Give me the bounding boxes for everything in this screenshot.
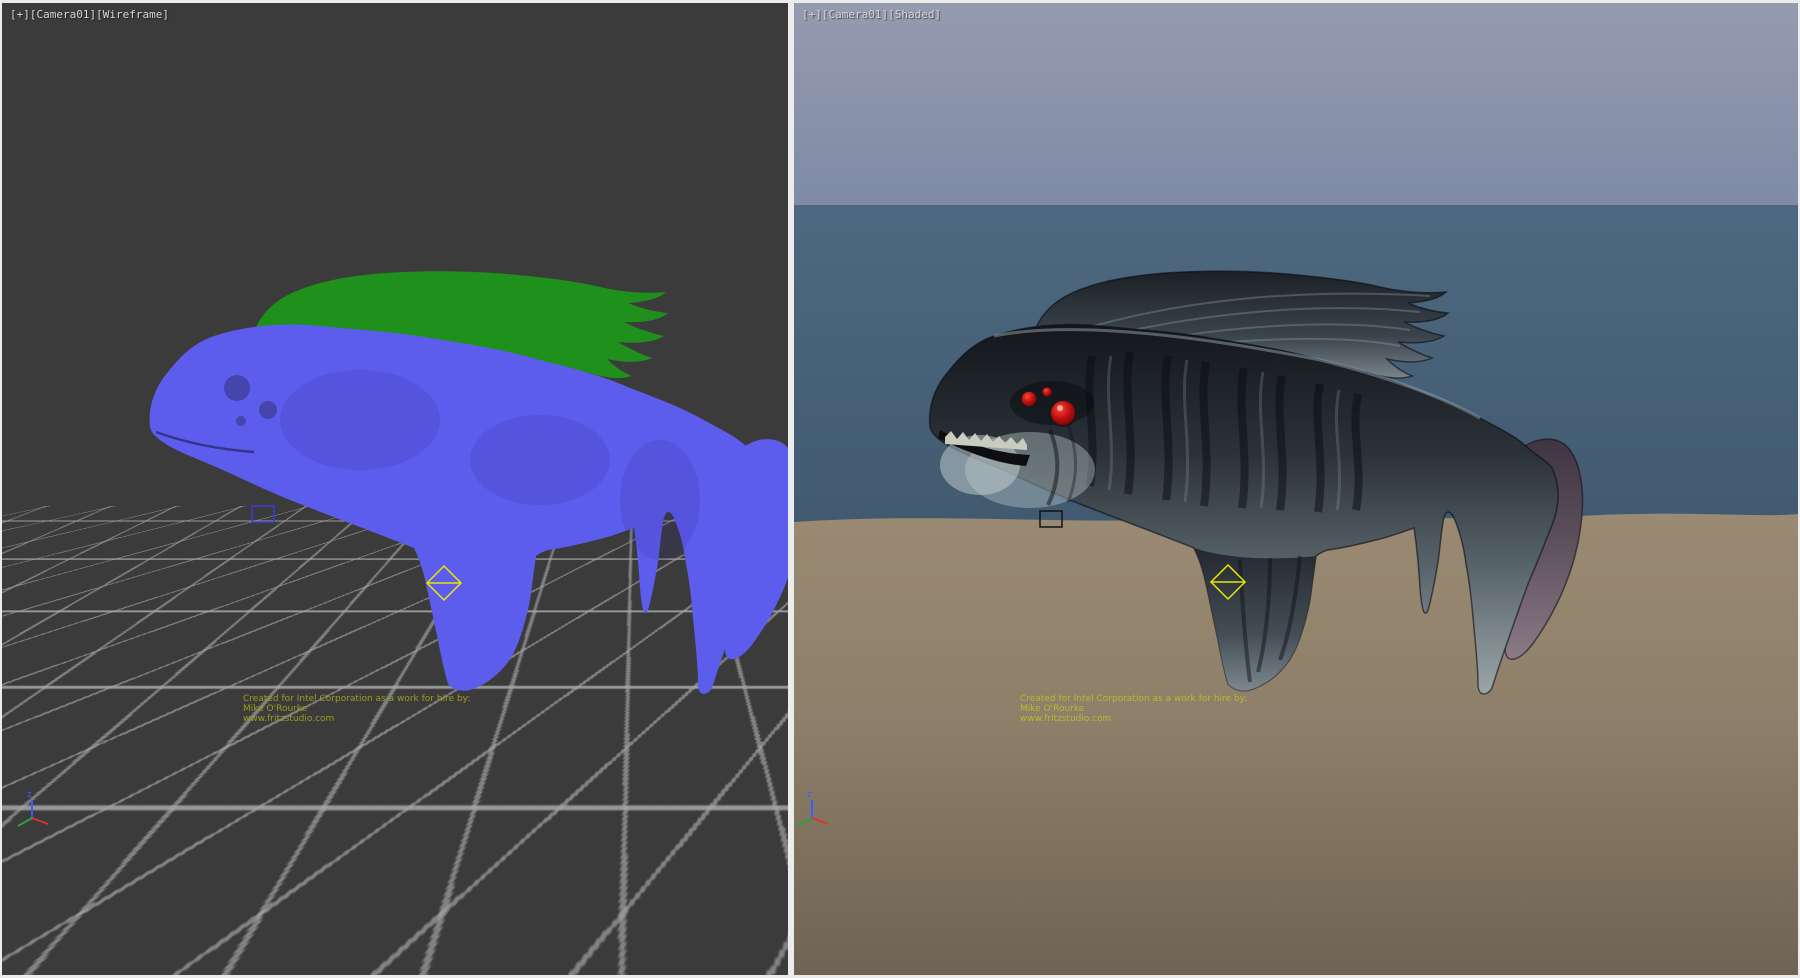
watermark-line3: www.fritzstudio.com bbox=[243, 714, 470, 724]
selection-box-gizmo[interactable] bbox=[252, 506, 274, 522]
axis-z-label: z bbox=[807, 790, 812, 800]
watermark-line2: Mike O'Rourke bbox=[1020, 704, 1247, 714]
axis-tripod: z bbox=[18, 790, 48, 826]
watermark-text: Created for Intel Corporation as a work … bbox=[243, 694, 470, 724]
watermark-text: Created for Intel Corporation as a work … bbox=[1020, 694, 1247, 724]
watermark-line1: Created for Intel Corporation as a work … bbox=[1020, 694, 1247, 704]
viewport-label-left[interactable]: [+][Camera01][Wireframe] bbox=[10, 8, 169, 21]
viewport-right-shaded[interactable]: [+][Camera01][Shaded] bbox=[794, 3, 1798, 975]
axis-z-label: z bbox=[27, 790, 32, 800]
shaded-scene: z bbox=[794, 3, 1798, 975]
wireframe-scene: z bbox=[2, 3, 788, 975]
watermark-line3: www.fritzstudio.com bbox=[1020, 714, 1247, 724]
viewport-label-right[interactable]: [+][Camera01][Shaded] bbox=[802, 8, 941, 21]
sky-background bbox=[794, 3, 1798, 205]
viewport-left-wireframe[interactable]: [+][Camera01][Wireframe] bbox=[2, 3, 788, 975]
watermark-line1: Created for Intel Corporation as a work … bbox=[243, 694, 470, 704]
dual-viewport-canvas: [+][Camera01][Wireframe] bbox=[0, 0, 1800, 978]
watermark-line2: Mike O'Rourke bbox=[243, 704, 470, 714]
fish-model-wireframe[interactable] bbox=[150, 271, 788, 694]
